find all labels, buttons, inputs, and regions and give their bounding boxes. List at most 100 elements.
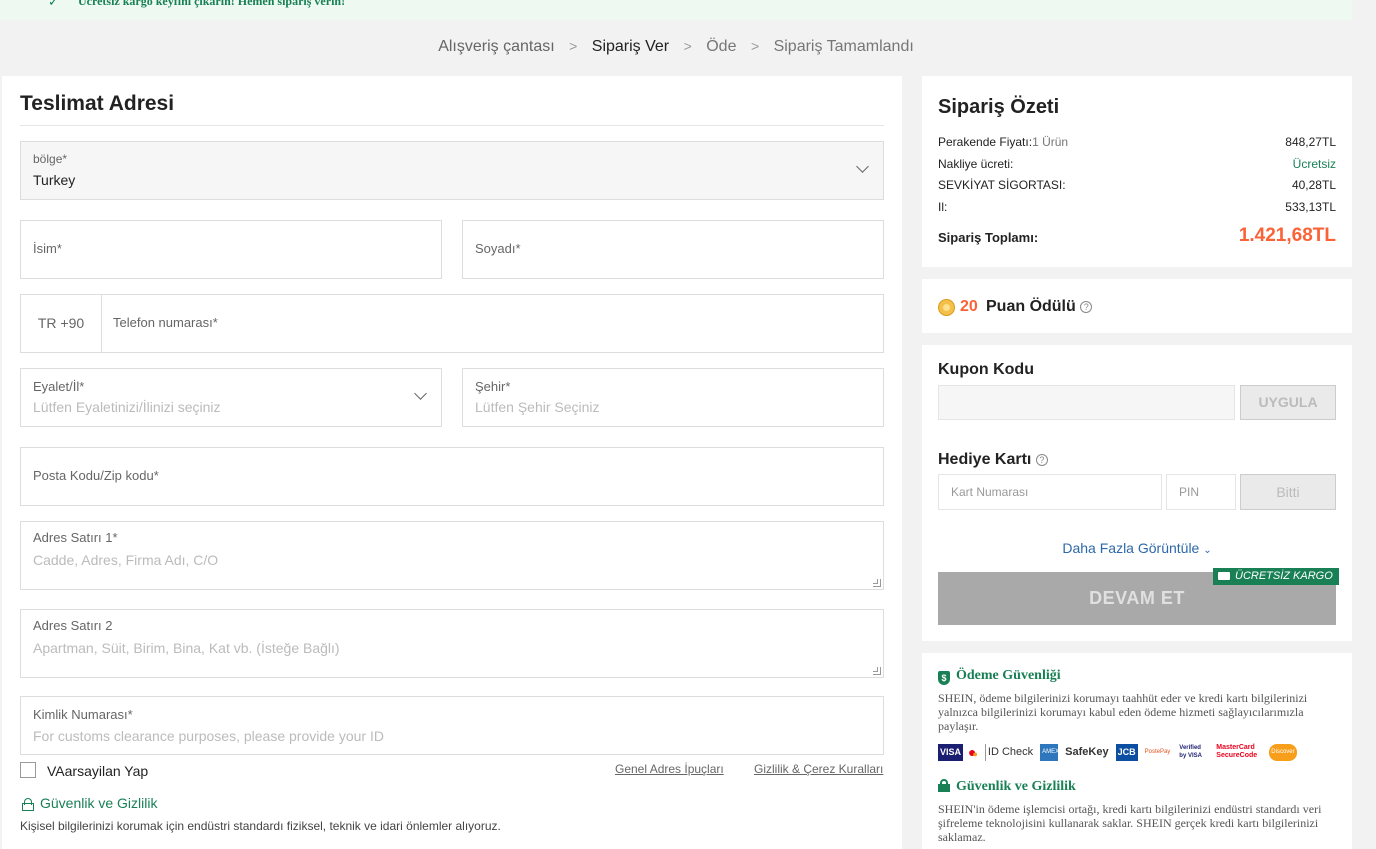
- help-icon[interactable]: ?: [1035, 453, 1048, 466]
- address-line2-placeholder: Apartman, Süit, Birim, Bina, Kat vb. (İs…: [33, 640, 340, 656]
- address-line1-field[interactable]: Adres Satırı 1* Cadde, Adres, Firma Adı,…: [20, 521, 884, 590]
- apply-coupon-button[interactable]: UYGULA: [1240, 385, 1336, 420]
- privacy-title-text: Güvenlik ve Gizlilik: [956, 779, 1076, 794]
- view-more-label: Daha Fazla Görüntüle: [1062, 540, 1200, 556]
- shipping-value: Ücretsiz: [1292, 157, 1336, 171]
- chevron-down-icon: [856, 160, 869, 173]
- privacy-title: Güvenlik ve Gizlilik: [938, 779, 1076, 795]
- address-line1-label: Adres Satırı 1*: [33, 530, 118, 545]
- safekey-badge: SafeKey: [1065, 746, 1109, 758]
- security-description: Kişisel bilgilerinizi korumak için endüs…: [20, 819, 501, 833]
- state-label: Eyalet/İl*: [33, 379, 85, 394]
- phone-field[interactable]: TR +90 Telefon numarası*: [20, 294, 884, 353]
- retail-value: 848,27TL: [1285, 135, 1336, 149]
- gift-card-done-button[interactable]: Bitti: [1240, 474, 1336, 510]
- breadcrumb-step-order: Sipariş Ver: [591, 38, 670, 55]
- lock-icon: [938, 779, 950, 792]
- address-line2-label: Adres Satırı 2: [33, 618, 113, 633]
- banner-text: Ücretsiz kargo keyfini çıkarın! Hemen si…: [78, 0, 346, 8]
- jcb-badge: JCB: [1115, 744, 1138, 761]
- breadcrumb-step-pay: Öde: [706, 38, 737, 55]
- summary-row-shipping: Nakliye ücreti: Ücretsiz: [938, 157, 1336, 171]
- check-icon: ✓: [48, 0, 59, 9]
- id-number-field[interactable]: Kimlik Numarası* For customs clearance p…: [20, 696, 884, 755]
- default-address-checkbox[interactable]: [20, 762, 36, 778]
- points-label-wrap: Puan Ödülü ?: [986, 298, 1093, 316]
- payment-security-card: $ Ödeme Güvenliği SHEIN, ödeme bilgilerin…: [922, 653, 1352, 849]
- free-shipping-badge: ÜCRETSİZ KARGO: [1213, 568, 1339, 585]
- region-label: bölge*: [33, 152, 68, 166]
- breadcrumb-separator: >: [569, 38, 578, 54]
- tax-value: 533,13TL: [1285, 200, 1336, 214]
- total-label: Sipariş Toplamı:: [938, 230, 1039, 245]
- region-select[interactable]: bölge* Turkey: [20, 141, 884, 200]
- coupon-input[interactable]: [938, 385, 1235, 420]
- mastercard-badge: ●●: [968, 744, 978, 760]
- visa-badge: VISA: [938, 744, 964, 761]
- id-number-label: Kimlik Numarası*: [33, 707, 133, 722]
- id-check-badge: ID Check: [984, 744, 1035, 761]
- phone-country-code[interactable]: TR +90: [21, 295, 102, 352]
- shield-icon: $: [938, 671, 950, 685]
- summary-title: Sipariş Özeti: [938, 96, 1060, 118]
- id-number-placeholder: For customs clearance purposes, please p…: [33, 728, 384, 744]
- lock-icon: [22, 798, 34, 811]
- breadcrumb-separator: >: [750, 38, 760, 54]
- gift-card-pin-input[interactable]: PIN: [1166, 474, 1236, 510]
- order-summary-card: Sipariş Özeti Perakende Fiyatı:1 Ürün 84…: [922, 76, 1352, 267]
- first-name-field[interactable]: İsim*: [20, 220, 442, 279]
- divider: [20, 125, 884, 126]
- points-label: Puan Ödülü: [986, 298, 1076, 315]
- help-icon[interactable]: ?: [1080, 300, 1093, 313]
- delivery-address-panel: Teslimat Adresi bölge* Turkey İsim* Soya…: [2, 76, 902, 849]
- gift-card-number-input[interactable]: Kart Numarası: [938, 474, 1162, 510]
- city-placeholder: Lütfen Şehir Seçiniz: [475, 399, 600, 415]
- discover-badge: Discover: [1269, 744, 1297, 761]
- gift-card-title: Hediye Kartı: [938, 451, 1032, 468]
- view-more-link[interactable]: Daha Fazla Görüntüle ⌄: [922, 540, 1352, 556]
- address-tips-link[interactable]: Genel Adres İpuçları: [615, 762, 724, 776]
- breadcrumb-separator: >: [683, 38, 692, 54]
- free-shipping-banner: ✓ Ücretsiz kargo keyfini çıkarın! Hemen …: [0, 0, 1352, 20]
- privacy-text: SHEIN'in ödeme işlemcisi ortağı, kredi k…: [938, 802, 1322, 844]
- insurance-label: SEVKİYAT SİGORTASI:: [938, 178, 1066, 192]
- default-address-label: VAarsayilan Yap: [47, 763, 149, 779]
- breadcrumb-step-complete: Sipariş Tamamlandı: [773, 38, 914, 55]
- points-card: 20 Puan Ödülü ?: [922, 279, 1352, 333]
- last-name-field[interactable]: Soyadı*: [462, 220, 884, 279]
- securecode-badge: MasterCard SecureCode: [1216, 744, 1258, 759]
- payment-badges: VISA ●● ID Check AMEX SafeKey JCB PosteP…: [938, 744, 1297, 761]
- payment-security-title-text: Ödeme Güvenliği: [956, 668, 1061, 683]
- coin-icon: [938, 299, 955, 316]
- security-title-text: Güvenlik ve Gizlilik: [40, 795, 158, 811]
- coupon-title: Kupon Kodu: [938, 361, 1034, 378]
- privacy-link[interactable]: Gizlilik & Çerez Kuralları: [754, 762, 883, 776]
- city-field[interactable]: Şehir* Lütfen Şehir Seçiniz: [462, 368, 884, 427]
- resize-handle-icon[interactable]: [873, 667, 881, 675]
- address-line2-field[interactable]: Adres Satırı 2 Apartman, Süit, Birim, Bi…: [20, 609, 884, 678]
- breadcrumb-step-bag[interactable]: Alışveriş çantası: [438, 38, 554, 56]
- free-shipping-badge-text: ÜCRETSİZ KARGO: [1235, 570, 1333, 582]
- postepay-badge: PostePay: [1144, 749, 1171, 755]
- state-select[interactable]: Eyalet/İl* Lütfen Eyaletinizi/İlinizi se…: [20, 368, 442, 427]
- state-placeholder: Lütfen Eyaletinizi/İlinizi seçiniz: [33, 399, 221, 415]
- payment-security-title: $ Ödeme Güvenliği: [938, 668, 1061, 685]
- page-title: Teslimat Adresi: [20, 92, 175, 115]
- points-amount: 20: [960, 298, 978, 315]
- phone-label: Telefon numarası*: [113, 315, 218, 330]
- retail-label: Perakende Fiyatı:: [938, 135, 1033, 149]
- chevron-down-icon: ⌄: [1203, 545, 1212, 556]
- shipping-label: Nakliye ücreti:: [938, 157, 1014, 171]
- total-value: 1.421,68TL: [1238, 225, 1336, 246]
- verified-by-visa-badge: Verified by VISA: [1179, 745, 1202, 759]
- city-label: Şehir*: [475, 379, 511, 394]
- summary-row-insurance: SEVKİYAT SİGORTASI: 40,28TL: [938, 178, 1336, 192]
- chevron-down-icon: [414, 387, 427, 400]
- resize-handle-icon[interactable]: [873, 579, 881, 587]
- summary-row-tax: Il: 533,13TL: [938, 200, 1336, 214]
- insurance-value: 40,28TL: [1291, 178, 1336, 192]
- tax-label: Il:: [938, 200, 948, 214]
- security-privacy-title: Güvenlik ve Gizlilik: [22, 795, 157, 811]
- gift-card-title-wrap: Hediye Kartı ?: [938, 451, 1048, 469]
- postal-code-field[interactable]: Posta Kodu/Zip kodu*: [20, 447, 884, 506]
